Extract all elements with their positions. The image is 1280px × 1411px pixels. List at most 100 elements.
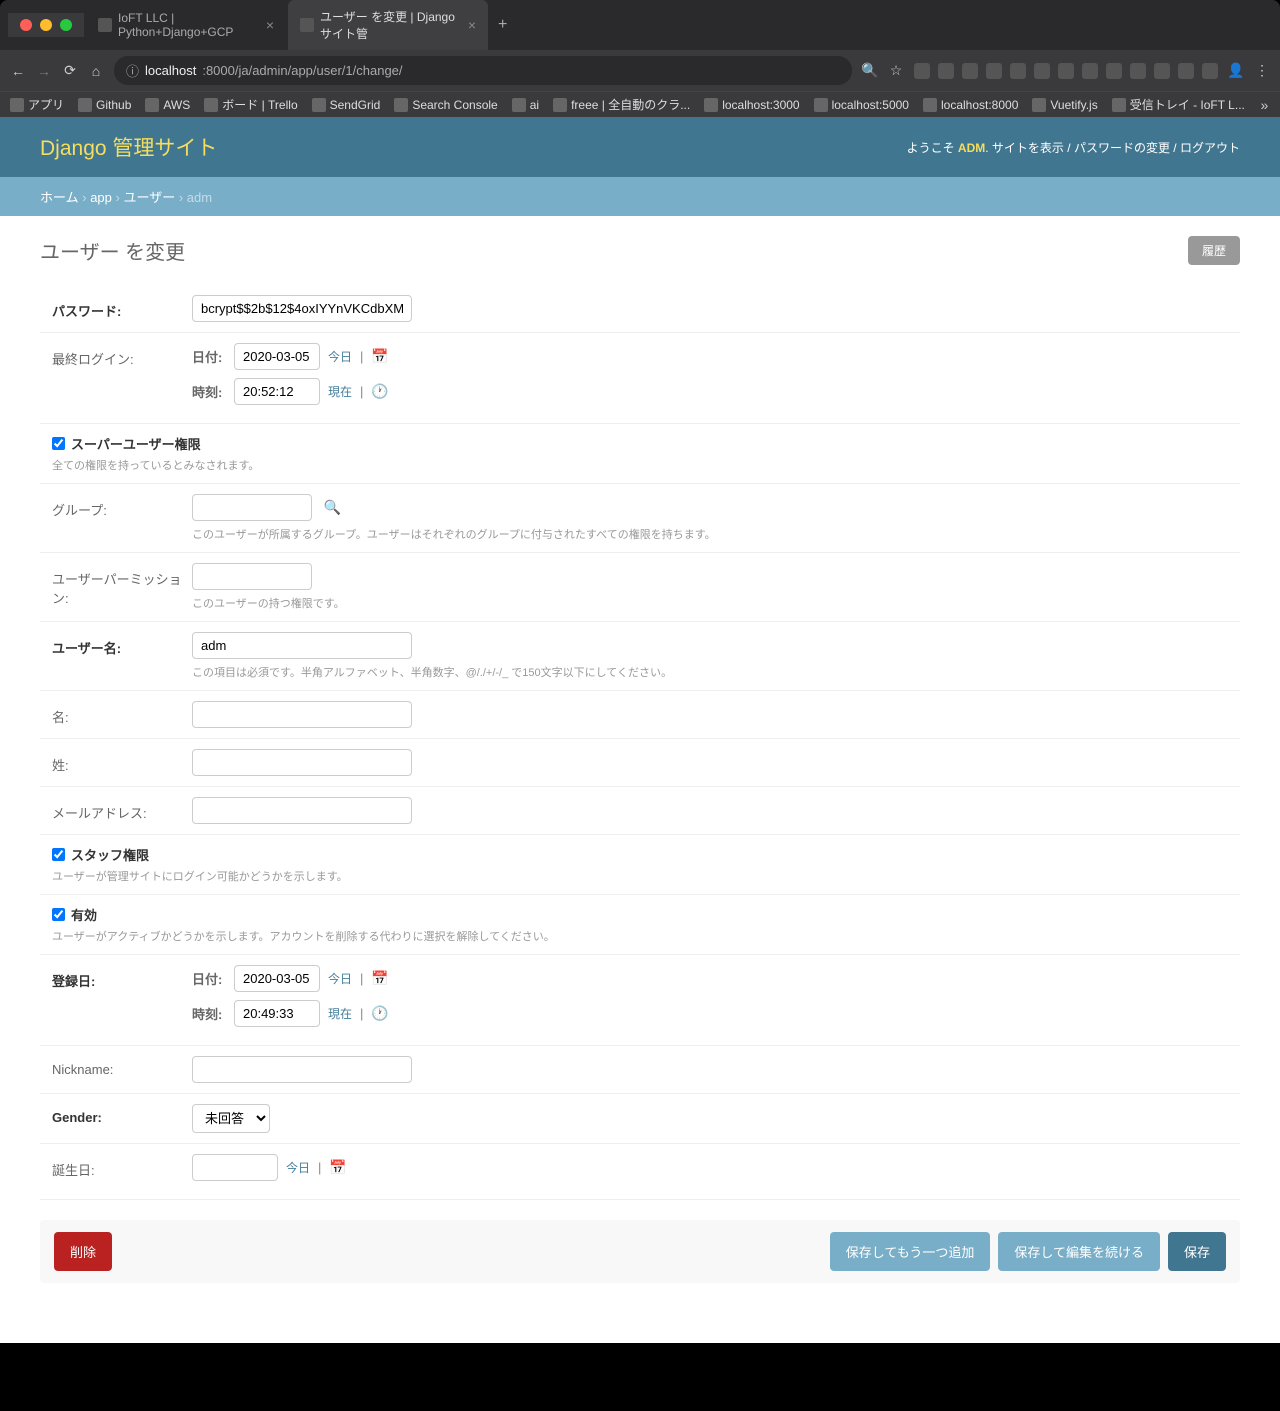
bookmark-item[interactable]: ai: [512, 98, 539, 112]
delete-button[interactable]: 削除: [54, 1232, 112, 1271]
extension-icon[interactable]: [1058, 63, 1074, 79]
content: ユーザー を変更 履歴 パスワード: 最終ログイン: 日付: 今日 | 📅 時刻…: [0, 216, 1280, 1303]
close-icon[interactable]: ×: [468, 17, 476, 33]
forward-icon[interactable]: →: [36, 63, 52, 79]
save-add-another-button[interactable]: 保存してもう一つ追加: [830, 1232, 991, 1271]
firstname-label: 名:: [52, 701, 192, 726]
close-window-icon[interactable]: [20, 19, 32, 31]
today-link[interactable]: 今日: [286, 1159, 310, 1176]
bookmark-item[interactable]: freee | 全自動のクラ...: [553, 96, 690, 113]
new-tab-button[interactable]: +: [490, 12, 515, 38]
extension-icon[interactable]: [1106, 63, 1122, 79]
branding-title[interactable]: Django 管理サイト: [40, 132, 217, 162]
minimize-window-icon[interactable]: [40, 19, 52, 31]
last-login-time-input[interactable]: [234, 378, 320, 405]
extension-icon[interactable]: [1034, 63, 1050, 79]
bookmark-item[interactable]: localhost:8000: [923, 98, 1018, 112]
chevron-right-icon[interactable]: »: [1259, 97, 1270, 113]
extension-icon[interactable]: [1202, 63, 1218, 79]
calendar-icon[interactable]: 📅: [371, 970, 388, 987]
profile-icon[interactable]: 👤: [1228, 63, 1244, 79]
breadcrumb-users[interactable]: ユーザー: [123, 190, 175, 205]
firstname-input[interactable]: [192, 701, 412, 728]
back-icon[interactable]: ←: [10, 63, 26, 79]
view-site-link[interactable]: サイトを表示: [992, 141, 1064, 155]
date-joined-row: 登録日: 日付: 今日 | 📅 時刻: 現在 | 🕐: [40, 955, 1240, 1046]
bookmark-icon: [923, 98, 937, 112]
extension-icon[interactable]: [1154, 63, 1170, 79]
search-icon[interactable]: 🔍: [324, 499, 341, 515]
logout-link[interactable]: ログアウト: [1180, 141, 1240, 155]
firstname-row: 名:: [40, 691, 1240, 739]
today-link[interactable]: 今日: [328, 970, 352, 987]
clock-icon[interactable]: 🕐: [371, 383, 388, 400]
staff-checkbox-label[interactable]: スタッフ権限: [52, 845, 1228, 864]
extension-icon[interactable]: [1010, 63, 1026, 79]
save-button[interactable]: 保存: [1168, 1232, 1226, 1271]
search-icon[interactable]: 🔍: [862, 63, 878, 79]
extension-icon[interactable]: [938, 63, 954, 79]
permissions-input[interactable]: [192, 563, 312, 590]
date-joined-date-input[interactable]: [234, 965, 320, 992]
now-link[interactable]: 現在: [328, 1005, 352, 1022]
maximize-window-icon[interactable]: [60, 19, 72, 31]
bookmark-item[interactable]: ボード | Trello: [204, 96, 297, 113]
email-input[interactable]: [192, 797, 412, 824]
tab-inactive[interactable]: IoFT LLC | Python+Django+GCP ×: [86, 3, 286, 47]
groups-input[interactable]: [192, 494, 312, 521]
bookmark-item[interactable]: localhost:5000: [814, 98, 909, 112]
clock-icon[interactable]: 🕐: [371, 1005, 388, 1022]
superuser-checkbox[interactable]: [52, 437, 65, 450]
today-link[interactable]: 今日: [328, 348, 352, 365]
extension-icon[interactable]: [986, 63, 1002, 79]
save-continue-button[interactable]: 保存して編集を続ける: [998, 1232, 1160, 1271]
star-icon[interactable]: ☆: [888, 63, 904, 79]
extension-icon[interactable]: [1130, 63, 1146, 79]
staff-checkbox[interactable]: [52, 848, 65, 861]
menu-icon[interactable]: ⋮: [1254, 63, 1270, 79]
home-icon[interactable]: ⌂: [88, 63, 104, 79]
last-login-date-input[interactable]: [234, 343, 320, 370]
extension-icon[interactable]: [914, 63, 930, 79]
bookmark-item[interactable]: Github: [78, 98, 131, 112]
extension-icon[interactable]: [1178, 63, 1194, 79]
username-input[interactable]: [192, 632, 412, 659]
url-input[interactable]: ⓘ localhost:8000/ja/admin/app/user/1/cha…: [114, 56, 852, 85]
breadcrumb-home[interactable]: ホーム: [40, 190, 79, 205]
bookmark-item[interactable]: Vuetify.js: [1032, 98, 1097, 112]
date-joined-time-input[interactable]: [234, 1000, 320, 1027]
tab-active[interactable]: ユーザー を変更 | Django サイト管 ×: [288, 0, 488, 50]
submit-row: 削除 保存してもう一つ追加 保存して編集を続ける 保存: [40, 1220, 1240, 1283]
lastname-input[interactable]: [192, 749, 412, 776]
bookmark-icon: [512, 98, 526, 112]
nickname-input[interactable]: [192, 1056, 412, 1083]
change-password-link[interactable]: パスワードの変更: [1074, 141, 1170, 155]
time-sublabel: 時刻:: [192, 1004, 226, 1023]
last-login-label: 最終ログイン:: [52, 343, 192, 368]
bookmark-item[interactable]: Search Console: [394, 98, 497, 112]
history-button[interactable]: 履歴: [1188, 236, 1240, 265]
calendar-icon[interactable]: 📅: [371, 348, 388, 365]
bookmark-item[interactable]: SendGrid: [312, 98, 381, 112]
page-content: Django 管理サイト ようこそ ADM. サイトを表示 / パスワードの変更…: [0, 117, 1280, 1343]
bookmark-item[interactable]: 受信トレイ - IoFT L...: [1112, 96, 1245, 113]
bookmark-item[interactable]: AWS: [145, 98, 190, 112]
extension-icon[interactable]: [962, 63, 978, 79]
permissions-label: ユーザーパーミッション:: [52, 563, 192, 607]
close-icon[interactable]: ×: [266, 17, 274, 33]
birthday-input[interactable]: [192, 1154, 278, 1181]
last-login-row: 最終ログイン: 日付: 今日 | 📅 時刻: 現在 | 🕐: [40, 333, 1240, 424]
bookmark-item[interactable]: localhost:3000: [704, 98, 799, 112]
reload-icon[interactable]: ⟳: [62, 63, 78, 79]
calendar-icon[interactable]: 📅: [329, 1159, 346, 1176]
bookmark-icon: [145, 98, 159, 112]
superuser-checkbox-label[interactable]: スーパーユーザー権限: [52, 434, 1228, 453]
active-checkbox-label[interactable]: 有効: [52, 905, 1228, 924]
active-checkbox[interactable]: [52, 908, 65, 921]
now-link[interactable]: 現在: [328, 383, 352, 400]
extension-icon[interactable]: [1082, 63, 1098, 79]
apps-button[interactable]: アプリ: [10, 96, 64, 113]
password-input[interactable]: [192, 295, 412, 322]
gender-select[interactable]: 未回答: [192, 1104, 270, 1133]
breadcrumb-app[interactable]: app: [90, 190, 112, 205]
